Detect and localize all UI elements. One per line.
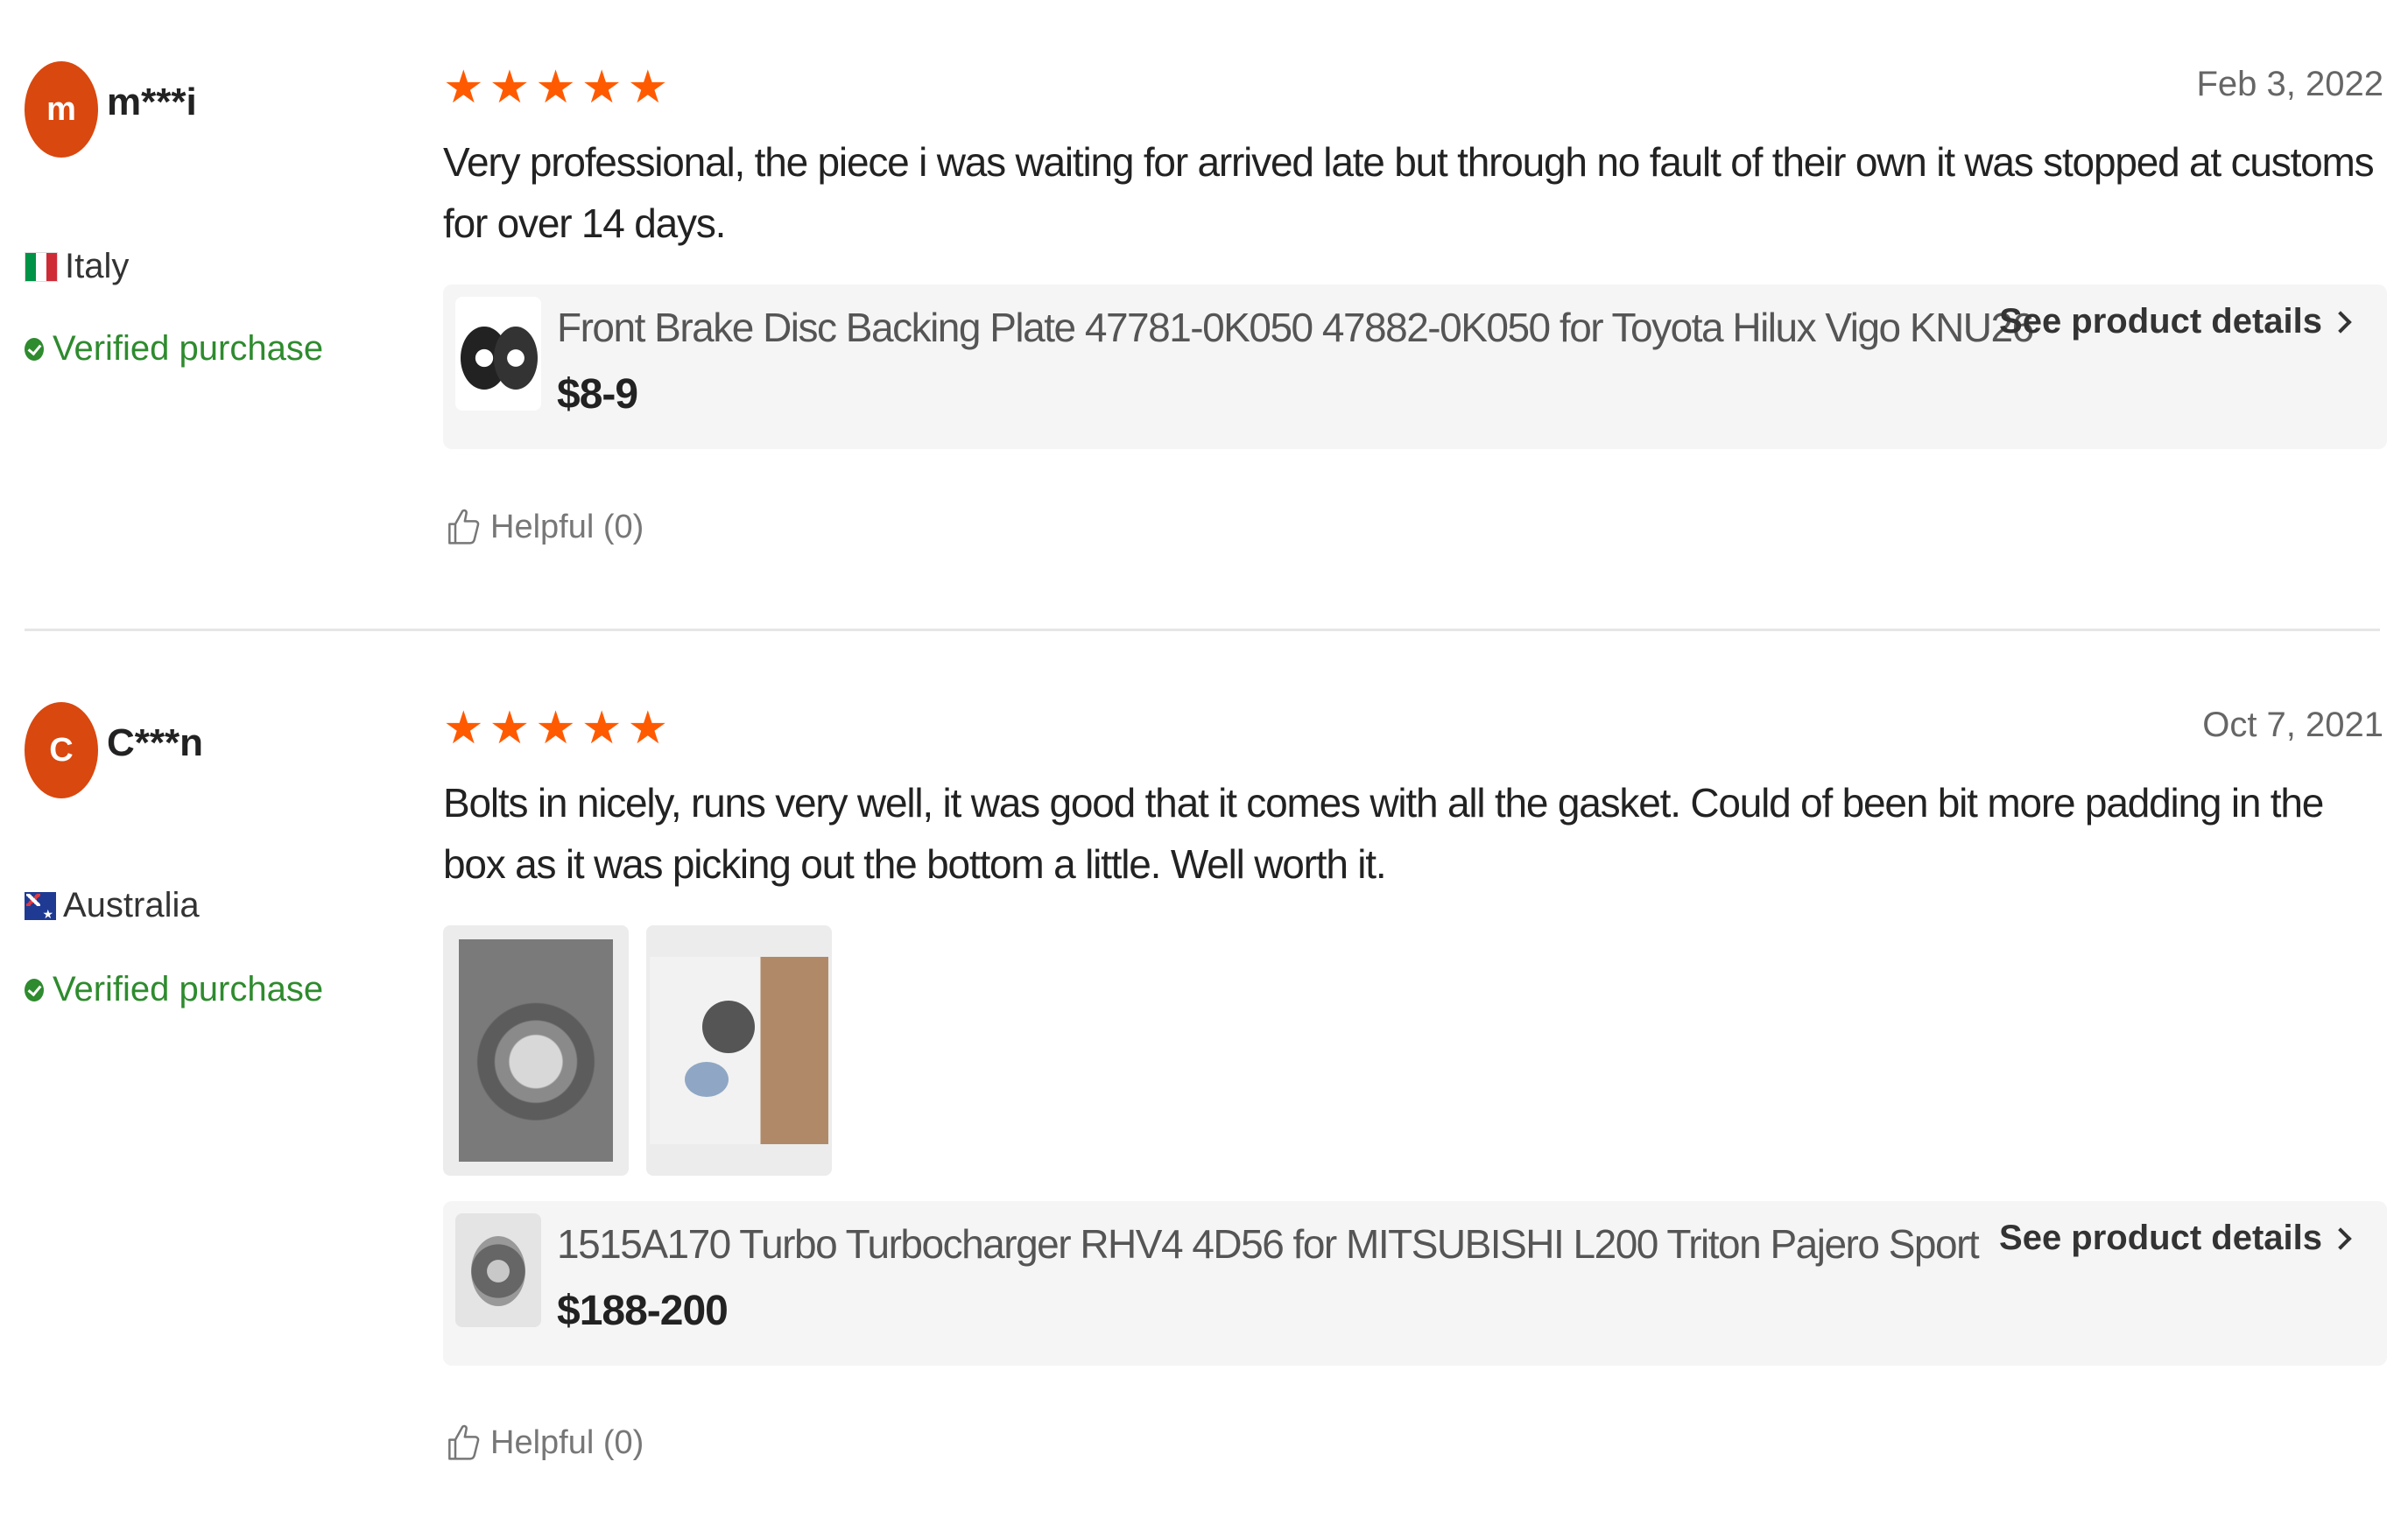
product-card[interactable]: 1515A170 Turbo Turbocharger RHV4 4D56 fo… <box>443 1201 2387 1366</box>
username: C***n <box>107 721 204 764</box>
country-label: Australia <box>63 886 200 924</box>
product-thumbnail[interactable] <box>455 297 541 411</box>
star-icon: ★ <box>581 62 623 113</box>
star-icon: ★ <box>489 62 531 113</box>
review-photo-image <box>650 957 828 1144</box>
thumbs-up-icon <box>448 509 480 545</box>
see-product-details-link[interactable]: See product details <box>1999 1219 2352 1258</box>
review-date: Feb 3, 2022 <box>2196 65 2384 103</box>
see-product-details-link[interactable]: See product details <box>1999 302 2352 341</box>
product-price: $188-200 <box>557 1288 729 1334</box>
avatar: C <box>25 702 98 798</box>
star-icon: ★ <box>489 703 531 754</box>
review-photo-image <box>459 939 613 1162</box>
review-photo[interactable] <box>443 925 629 1176</box>
product-title[interactable]: 1515A170 Turbo Turbocharger RHV4 4D56 fo… <box>557 1220 2045 1268</box>
reviewer-country: Australia <box>25 886 200 925</box>
helpful-button[interactable]: Helpful (0) <box>447 1420 644 1465</box>
star-icon: ★ <box>443 62 484 113</box>
review-divider <box>25 629 2380 631</box>
verified-purchase-badge: Verified purchase <box>25 970 323 1009</box>
review-item: m m***i Italy Verified purchase ★ ★ ★ ★ … <box>0 0 2408 630</box>
verified-label: Verified purchase <box>53 970 324 1008</box>
helpful-button[interactable]: Helpful (0) <box>447 504 644 550</box>
verified-purchase-badge: Verified purchase <box>25 329 323 369</box>
username: m***i <box>107 81 197 123</box>
review-text: Bolts in nicely, runs very well, it was … <box>443 780 2324 887</box>
product-thumbnail[interactable] <box>455 1213 541 1327</box>
chevron-right-icon <box>2329 1226 2352 1250</box>
star-icon: ★ <box>535 703 576 754</box>
product-card[interactable]: Front Brake Disc Backing Plate 47781-0K0… <box>443 285 2387 449</box>
star-icon: ★ <box>443 703 484 754</box>
product-title[interactable]: Front Brake Disc Backing Plate 47781-0K0… <box>557 304 2045 351</box>
helpful-label: Helpful (0) <box>490 508 644 545</box>
star-rating: ★ ★ ★ ★ ★ <box>443 706 668 751</box>
check-icon <box>25 978 44 1001</box>
chevron-right-icon <box>2329 310 2352 334</box>
country-label: Italy <box>65 247 130 285</box>
helpful-label: Helpful (0) <box>490 1423 644 1461</box>
star-icon: ★ <box>627 62 669 113</box>
review-item: C C***n Australia Verified purchase ★ ★ … <box>0 641 2408 1532</box>
review-photos <box>443 925 832 1176</box>
flag-italy-icon <box>25 251 58 282</box>
review-date: Oct 7, 2021 <box>2202 706 2383 744</box>
see-details-label: See product details <box>1999 302 2322 341</box>
product-price: $8-9 <box>557 371 638 418</box>
star-rating: ★ ★ ★ ★ ★ <box>443 65 668 110</box>
see-details-label: See product details <box>1999 1219 2322 1257</box>
check-icon <box>25 337 44 361</box>
star-icon: ★ <box>581 703 623 754</box>
verified-label: Verified purchase <box>53 329 324 368</box>
review-photo[interactable] <box>646 925 832 1176</box>
avatar: m <box>25 61 98 158</box>
thumbs-up-icon <box>448 1424 480 1460</box>
star-icon: ★ <box>627 703 669 754</box>
star-icon: ★ <box>535 62 576 113</box>
reviewer-country: Italy <box>25 247 129 286</box>
review-text: Very professional, the piece i was waiti… <box>443 139 2375 246</box>
flag-australia-icon <box>25 891 56 922</box>
